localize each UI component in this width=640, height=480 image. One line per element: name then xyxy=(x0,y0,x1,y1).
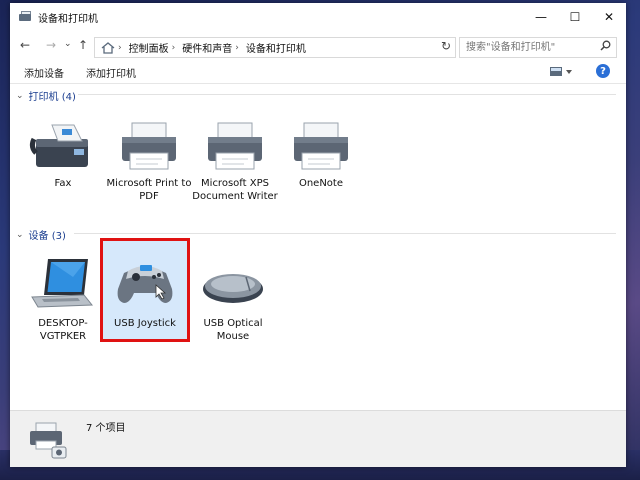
printer-icon xyxy=(294,122,348,170)
printers-group-label: 打印机 (4) xyxy=(28,92,76,103)
details-pane: 7 个项目 xyxy=(10,410,626,467)
search-box[interactable] xyxy=(459,37,617,58)
item-label: Fax xyxy=(54,178,72,189)
device-item-usb-joystick[interactable]: USB Joystick xyxy=(102,255,188,330)
recent-locations-dropdown[interactable]: ⌄ xyxy=(64,39,72,49)
forward-button[interactable]: → xyxy=(46,38,56,52)
refresh-icon[interactable]: ↻ xyxy=(441,39,451,53)
printer-item-fax[interactable]: Fax xyxy=(20,119,106,190)
printer-item-xps-writer[interactable]: Microsoft XPS Document Writer xyxy=(192,119,278,203)
group-rule xyxy=(74,233,616,234)
search-input[interactable] xyxy=(464,41,598,54)
title-bar[interactable]: 设备和打印机 — ☐ ✕ xyxy=(10,3,626,31)
breadcrumb-separator: › xyxy=(235,42,239,53)
close-button[interactable]: ✕ xyxy=(592,3,626,31)
collapse-chevron-icon[interactable]: ⌄ xyxy=(16,91,24,101)
device-item-desktop[interactable]: DESKTOP-VGTPKER xyxy=(20,255,106,343)
divider xyxy=(10,83,626,84)
mouse-icon xyxy=(203,274,263,303)
item-count: 7 个项目 xyxy=(86,423,126,434)
back-button[interactable]: ← xyxy=(20,38,30,52)
breadcrumb-hardware-sound[interactable]: 硬件和声音 xyxy=(182,40,232,55)
window-title: 设备和打印机 xyxy=(38,13,98,25)
fax-icon xyxy=(29,124,88,167)
devices-group-label: 设备 (3) xyxy=(28,231,66,242)
help-button[interactable]: ? xyxy=(596,64,610,78)
item-label: DESKTOP-VGTPKER xyxy=(38,318,88,342)
printer-icon xyxy=(122,122,176,170)
item-label: Microsoft XPS Document Writer xyxy=(192,178,278,202)
devices-printers-icon xyxy=(30,422,67,459)
device-item-usb-mouse[interactable]: USB Optical Mouse xyxy=(190,255,276,343)
collapse-chevron-icon[interactable]: ⌄ xyxy=(16,230,24,240)
breadcrumb-control-panel[interactable]: 控制面板 xyxy=(129,40,169,55)
add-printer-button[interactable]: 添加打印机 xyxy=(86,65,136,80)
printer-item-print-to-pdf[interactable]: Microsoft Print to PDF xyxy=(106,119,192,203)
navigation-bar: ← → ⌄ ↑ › 控制面板 › 硬件和声音 › 设备和打印机 ↻ xyxy=(10,33,626,59)
group-rule xyxy=(78,94,616,95)
minimize-button[interactable]: — xyxy=(524,3,558,31)
breadcrumb-devices-printers[interactable]: 设备和打印机 xyxy=(246,40,306,55)
add-device-button[interactable]: 添加设备 xyxy=(24,65,64,80)
printer-icon xyxy=(18,11,32,23)
maximize-button[interactable]: ☐ xyxy=(558,3,592,31)
printers-group-header[interactable]: ⌄ 打印机 (4) xyxy=(16,88,616,103)
printer-icon xyxy=(208,122,262,170)
laptop-icon xyxy=(31,259,94,308)
devices-and-printers-window: 设备和打印机 — ☐ ✕ ← → ⌄ ↑ › 控制面板 › 硬件和声音 › 设备… xyxy=(10,3,626,467)
command-bar: 添加设备 添加打印机 ? xyxy=(10,60,626,82)
breadcrumb-separator: › xyxy=(118,42,122,53)
printer-item-onenote[interactable]: OneNote xyxy=(278,119,364,190)
gamepad-icon xyxy=(117,265,173,303)
item-label: USB Joystick xyxy=(114,318,176,329)
change-view-icon[interactable] xyxy=(550,67,572,80)
item-label: USB Optical Mouse xyxy=(203,318,263,342)
breadcrumb-separator: › xyxy=(171,42,176,53)
search-icon[interactable] xyxy=(600,40,611,54)
control-panel-icon xyxy=(101,41,115,54)
item-label: OneNote xyxy=(298,178,344,189)
item-label: Microsoft Print to PDF xyxy=(106,178,192,202)
up-button[interactable]: ↑ xyxy=(78,38,88,52)
address-bar[interactable]: › 控制面板 › 硬件和声音 › 设备和打印机 ↻ xyxy=(94,37,456,58)
